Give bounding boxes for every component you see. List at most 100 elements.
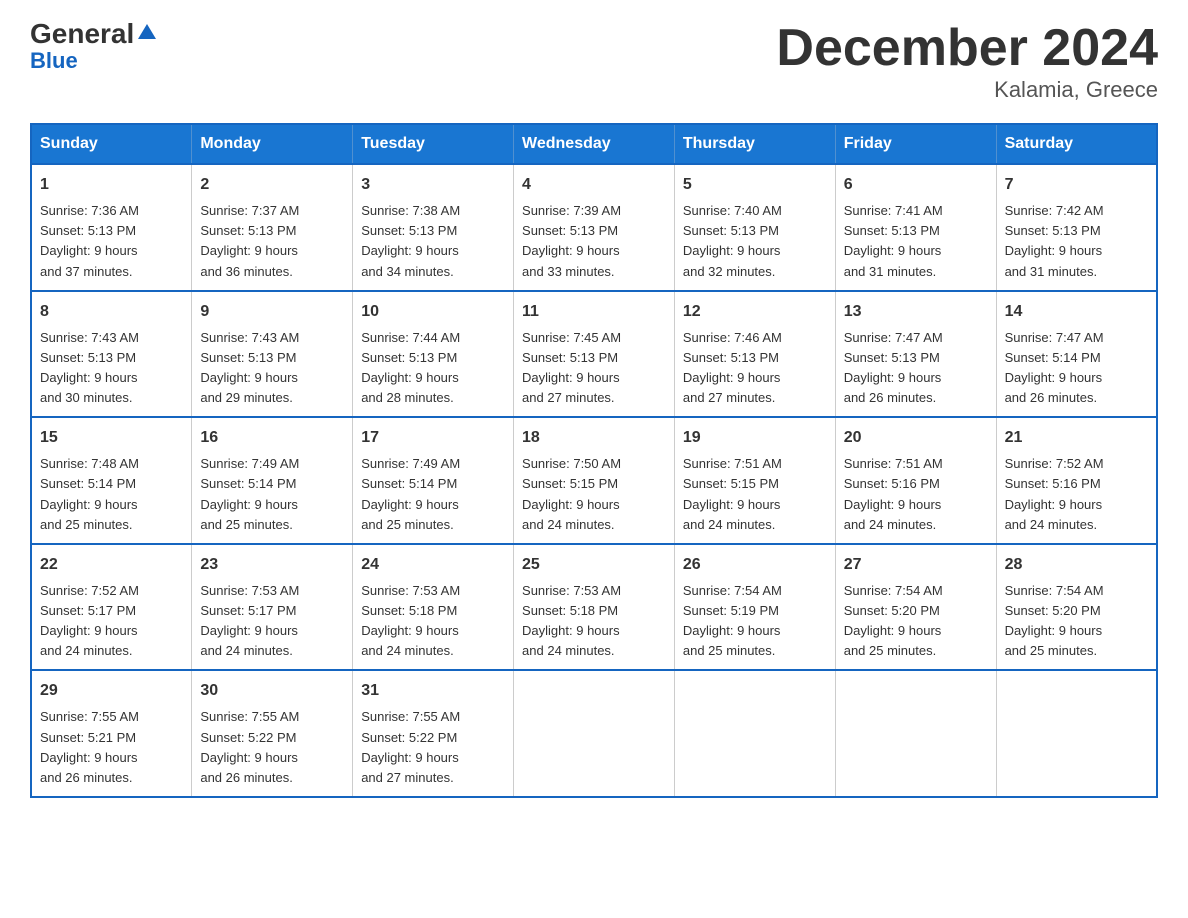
day-info: Sunrise: 7:53 AMSunset: 5:18 PMDaylight:… [361, 581, 505, 662]
day-number: 23 [200, 553, 344, 577]
logo: General Blue [30, 20, 158, 74]
calendar-day-header: Friday [835, 124, 996, 164]
day-info: Sunrise: 7:47 AMSunset: 5:14 PMDaylight:… [1005, 328, 1148, 409]
day-info: Sunrise: 7:44 AMSunset: 5:13 PMDaylight:… [361, 328, 505, 409]
calendar-cell: 14Sunrise: 7:47 AMSunset: 5:14 PMDayligh… [996, 291, 1157, 418]
calendar-cell: 28Sunrise: 7:54 AMSunset: 5:20 PMDayligh… [996, 544, 1157, 671]
page-subtitle: Kalamia, Greece [776, 77, 1158, 103]
day-number: 12 [683, 300, 827, 324]
day-number: 15 [40, 426, 183, 450]
calendar-week-row: 8Sunrise: 7:43 AMSunset: 5:13 PMDaylight… [31, 291, 1157, 418]
calendar-cell: 20Sunrise: 7:51 AMSunset: 5:16 PMDayligh… [835, 417, 996, 544]
day-info: Sunrise: 7:40 AMSunset: 5:13 PMDaylight:… [683, 201, 827, 282]
calendar-cell: 7 Sunrise: 7:42 AMSunset: 5:13 PMDaylight… [996, 164, 1157, 291]
day-number: 2 [200, 173, 344, 197]
calendar-cell: 11Sunrise: 7:45 AMSunset: 5:13 PMDayligh… [514, 291, 675, 418]
calendar-day-header: Thursday [674, 124, 835, 164]
logo-name: General [30, 20, 134, 48]
calendar-cell: 15 Sunrise: 7:48 AMSunset: 5:14 PMDayligh… [31, 417, 192, 544]
calendar-cell [514, 670, 675, 797]
calendar-cell: 18 Sunrise: 7:50 AMSunset: 5:15 PMDayligh… [514, 417, 675, 544]
logo-icon [136, 21, 158, 43]
day-info: Sunrise: 7:41 AMSunset: 5:13 PMDaylight:… [844, 201, 988, 282]
day-info: Sunrise: 7:55 AMSunset: 5:22 PMDaylight:… [200, 707, 344, 788]
day-info: Sunrise: 7:43 AMSunset: 5:13 PMDaylight:… [40, 328, 183, 409]
calendar-table: SundayMondayTuesdayWednesdayThursdayFrid… [30, 123, 1158, 798]
day-number: 17 [361, 426, 505, 450]
calendar-cell: 21Sunrise: 7:52 AMSunset: 5:16 PMDayligh… [996, 417, 1157, 544]
day-info: Sunrise: 7:37 AMSunset: 5:13 PMDaylight:… [200, 201, 344, 282]
day-info: Sunrise: 7:54 AMSunset: 5:20 PMDaylight:… [1005, 581, 1148, 662]
calendar-header-row: SundayMondayTuesdayWednesdayThursdayFrid… [31, 124, 1157, 164]
calendar-cell: 8Sunrise: 7:43 AMSunset: 5:13 PMDaylight… [31, 291, 192, 418]
day-number: 5 [683, 173, 827, 197]
day-info: Sunrise: 7:49 AMSunset: 5:14 PMDaylight:… [361, 454, 505, 535]
day-info: Sunrise: 7:54 AMSunset: 5:19 PMDaylight:… [683, 581, 827, 662]
calendar-cell [835, 670, 996, 797]
day-info: Sunrise: 7:50 AMSunset: 5:15 PMDaylight:… [522, 454, 666, 535]
day-number: 16 [200, 426, 344, 450]
day-number: 10 [361, 300, 505, 324]
calendar-cell: 9 Sunrise: 7:43 AMSunset: 5:13 PMDaylight… [192, 291, 353, 418]
page-header: General Blue December 2024 Kalamia, Gree… [30, 20, 1158, 103]
day-info: Sunrise: 7:51 AMSunset: 5:15 PMDaylight:… [683, 454, 827, 535]
calendar-day-header: Wednesday [514, 124, 675, 164]
calendar-cell: 31 Sunrise: 7:55 AMSunset: 5:22 PMDayligh… [353, 670, 514, 797]
calendar-cell: 12 Sunrise: 7:46 AMSunset: 5:13 PMDayligh… [674, 291, 835, 418]
calendar-cell: 25 Sunrise: 7:53 AMSunset: 5:18 PMDayligh… [514, 544, 675, 671]
day-number: 19 [683, 426, 827, 450]
day-number: 9 [200, 300, 344, 324]
calendar-day-header: Sunday [31, 124, 192, 164]
calendar-cell: 3 Sunrise: 7:38 AMSunset: 5:13 PMDaylight… [353, 164, 514, 291]
calendar-cell: 19 Sunrise: 7:51 AMSunset: 5:15 PMDayligh… [674, 417, 835, 544]
day-number: 20 [844, 426, 988, 450]
day-number: 21 [1005, 426, 1148, 450]
day-number: 18 [522, 426, 666, 450]
day-info: Sunrise: 7:48 AMSunset: 5:14 PMDaylight:… [40, 454, 183, 535]
day-number: 26 [683, 553, 827, 577]
day-info: Sunrise: 7:53 AMSunset: 5:18 PMDaylight:… [522, 581, 666, 662]
calendar-day-header: Tuesday [353, 124, 514, 164]
calendar-cell [674, 670, 835, 797]
calendar-cell: 24 Sunrise: 7:53 AMSunset: 5:18 PMDayligh… [353, 544, 514, 671]
page-title: December 2024 [776, 20, 1158, 77]
day-info: Sunrise: 7:42 AMSunset: 5:13 PMDaylight:… [1005, 201, 1148, 282]
calendar-cell: 30Sunrise: 7:55 AMSunset: 5:22 PMDayligh… [192, 670, 353, 797]
calendar-week-row: 22Sunrise: 7:52 AMSunset: 5:17 PMDayligh… [31, 544, 1157, 671]
calendar-cell: 29 Sunrise: 7:55 AMSunset: 5:21 PMDayligh… [31, 670, 192, 797]
day-info: Sunrise: 7:43 AMSunset: 5:13 PMDaylight:… [200, 328, 344, 409]
calendar-cell [996, 670, 1157, 797]
day-number: 3 [361, 173, 505, 197]
day-info: Sunrise: 7:36 AMSunset: 5:13 PMDaylight:… [40, 201, 183, 282]
calendar-cell: 10 Sunrise: 7:44 AMSunset: 5:13 PMDayligh… [353, 291, 514, 418]
calendar-day-header: Saturday [996, 124, 1157, 164]
day-number: 25 [522, 553, 666, 577]
day-number: 1 [40, 173, 183, 197]
day-info: Sunrise: 7:47 AMSunset: 5:13 PMDaylight:… [844, 328, 988, 409]
calendar-cell: 2 Sunrise: 7:37 AMSunset: 5:13 PMDaylight… [192, 164, 353, 291]
calendar-week-row: 15 Sunrise: 7:48 AMSunset: 5:14 PMDayligh… [31, 417, 1157, 544]
calendar-cell: 23Sunrise: 7:53 AMSunset: 5:17 PMDayligh… [192, 544, 353, 671]
calendar-cell: 26 Sunrise: 7:54 AMSunset: 5:19 PMDayligh… [674, 544, 835, 671]
day-number: 6 [844, 173, 988, 197]
day-info: Sunrise: 7:55 AMSunset: 5:21 PMDaylight:… [40, 707, 183, 788]
day-number: 29 [40, 679, 183, 703]
calendar-week-row: 1 Sunrise: 7:36 AMSunset: 5:13 PMDaylight… [31, 164, 1157, 291]
day-info: Sunrise: 7:52 AMSunset: 5:17 PMDaylight:… [40, 581, 183, 662]
day-number: 13 [844, 300, 988, 324]
day-number: 24 [361, 553, 505, 577]
logo-blue-text: Blue [30, 48, 78, 74]
day-number: 4 [522, 173, 666, 197]
day-number: 27 [844, 553, 988, 577]
calendar-cell: 13 Sunrise: 7:47 AMSunset: 5:13 PMDayligh… [835, 291, 996, 418]
calendar-cell: 22Sunrise: 7:52 AMSunset: 5:17 PMDayligh… [31, 544, 192, 671]
day-info: Sunrise: 7:55 AMSunset: 5:22 PMDaylight:… [361, 707, 505, 788]
calendar-cell: 5 Sunrise: 7:40 AMSunset: 5:13 PMDaylight… [674, 164, 835, 291]
day-info: Sunrise: 7:39 AMSunset: 5:13 PMDaylight:… [522, 201, 666, 282]
day-number: 7 [1005, 173, 1148, 197]
day-number: 31 [361, 679, 505, 703]
day-info: Sunrise: 7:46 AMSunset: 5:13 PMDaylight:… [683, 328, 827, 409]
title-block: December 2024 Kalamia, Greece [776, 20, 1158, 103]
calendar-week-row: 29 Sunrise: 7:55 AMSunset: 5:21 PMDayligh… [31, 670, 1157, 797]
day-info: Sunrise: 7:38 AMSunset: 5:13 PMDaylight:… [361, 201, 505, 282]
